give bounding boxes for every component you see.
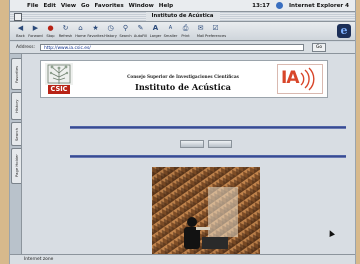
go-button[interactable]: Go [312, 43, 327, 52]
home-icon: ⌂ [78, 24, 83, 32]
bottom-divider [70, 155, 346, 158]
smaller-button[interactable]: A Smaller [163, 22, 178, 41]
preferences-icon: ☑ [212, 24, 219, 32]
ia-logo-text: IA [281, 68, 300, 88]
sound-waves-icon [300, 67, 315, 91]
page-title: Instituto de Acústica [135, 82, 231, 92]
tab-history[interactable]: History [11, 92, 21, 120]
back-button[interactable]: ◀ Back [13, 22, 28, 41]
forward-arrow-icon: ▶ [32, 24, 39, 32]
larger-button[interactable]: A Larger [148, 22, 163, 41]
close-box-icon[interactable] [14, 13, 22, 21]
nav-buttons [180, 140, 232, 148]
address-input[interactable]: http://www.ia.csic.es/ [40, 44, 304, 51]
search-button[interactable]: ⚲ Search [118, 22, 133, 41]
menu-view[interactable]: View [61, 3, 76, 9]
address-label: Address: [16, 45, 35, 50]
csic-logo[interactable]: CSIC [45, 63, 73, 95]
site-header: CSIC Consejo Superior de Investigaciones… [40, 60, 328, 98]
history-icon: ◷ [107, 24, 114, 32]
tab-search[interactable]: Search [11, 122, 21, 146]
forward-button[interactable]: ▶ Forward [28, 22, 43, 41]
ie-logo-icon [275, 2, 283, 9]
status-bar: Internet zone [10, 254, 355, 264]
tab-page-holder[interactable]: Page Holder [11, 148, 21, 184]
header-council-name: Consejo Superior de Investigaciones Cien… [127, 74, 239, 79]
preferences-button[interactable]: ☑ Preferences [205, 22, 226, 41]
back-arrow-icon: ◀ [17, 24, 24, 32]
smaller-text-icon: A [168, 25, 173, 31]
menu-file[interactable]: File [27, 3, 38, 9]
nav-button-left[interactable] [180, 140, 204, 148]
mail-icon: ✉ [197, 24, 204, 32]
screen: File Edit View Go Favorites Window Help … [10, 0, 355, 264]
autofill-button[interactable]: ✎ AutoFill [133, 22, 148, 41]
menu-favorites[interactable]: Favorites [94, 3, 123, 9]
menu-help[interactable]: Help [159, 3, 173, 9]
mail-button[interactable]: ✉ Mail [193, 22, 208, 41]
ie-throbber-icon: e [337, 24, 351, 38]
menu-go[interactable]: Go [81, 3, 89, 9]
nav-button-right[interactable] [208, 140, 232, 148]
menu-app-name[interactable]: Internet Explorer 4 [289, 3, 349, 9]
explorer-side-tabs: Favorites History Search Page Holder [10, 54, 22, 254]
status-text: Internet zone [24, 257, 54, 262]
print-icon: ⎙ [182, 24, 189, 32]
page-content: CSIC Consejo Superior de Investigaciones… [22, 54, 355, 254]
menu-clock: 13:17 [252, 2, 270, 9]
top-divider [70, 126, 346, 129]
browser-toolbar: ◀ Back ▶ Forward ● Stop ↻ Refresh ⌂ Home ★ Fav… [10, 22, 355, 41]
ia-logo[interactable]: IA [277, 64, 323, 94]
refresh-button[interactable]: ↻ Refresh [58, 22, 73, 41]
acoustic-chamber-photo [152, 167, 260, 254]
home-button[interactable]: ⌂ Home [73, 22, 88, 41]
csic-label: CSIC [48, 85, 70, 94]
menu-bar: File Edit View Go Favorites Window Help … [10, 0, 355, 12]
favorites-icon: ★ [92, 24, 99, 32]
window-title: Instituto de Acústica [145, 12, 220, 21]
tab-favorites[interactable]: Favorites [11, 58, 21, 90]
search-icon: ⚲ [122, 24, 129, 32]
stop-icon: ● [47, 24, 54, 32]
stop-button[interactable]: ● Stop [43, 22, 58, 41]
csic-tree-icon [45, 63, 73, 85]
window-title-bar[interactable]: Instituto de Acústica [10, 12, 355, 22]
autofill-icon: ✎ [137, 24, 144, 32]
history-button[interactable]: ◷ History [103, 22, 118, 41]
menu-window[interactable]: Window [129, 3, 154, 9]
favorites-button[interactable]: ★ Favorites [87, 22, 103, 41]
mouse-cursor-icon [327, 229, 335, 237]
menu-edit[interactable]: Edit [43, 3, 55, 9]
address-bar: Address: http://www.ia.csic.es/ Go [10, 42, 355, 54]
refresh-icon: ↻ [62, 24, 69, 32]
print-button[interactable]: ⎙ Print [178, 22, 193, 41]
larger-text-icon: A [152, 24, 159, 32]
